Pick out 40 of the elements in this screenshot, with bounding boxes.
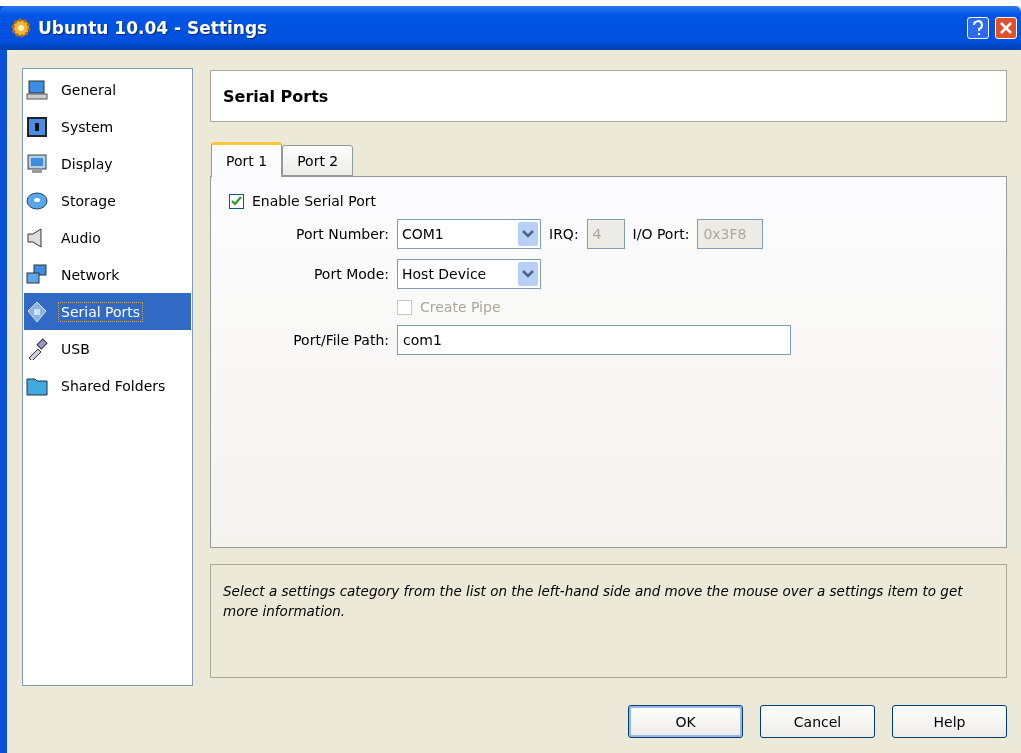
- category-item[interactable]: Shared Folders: [24, 367, 191, 404]
- path-field[interactable]: com1: [397, 325, 791, 355]
- field-label: IRQ:: [549, 226, 579, 242]
- category-item[interactable]: Storage: [24, 182, 191, 219]
- category-item[interactable]: Network: [24, 256, 191, 293]
- category-item[interactable]: General: [24, 71, 191, 108]
- checkbox[interactable]: [229, 193, 244, 209]
- field-label: I/O Port:: [632, 226, 690, 242]
- dialog-button[interactable]: OK: [628, 705, 743, 738]
- page-title: Serial Ports: [210, 70, 1007, 122]
- window-title: Ubuntu 10.04 - Settings: [38, 18, 269, 38]
- monitor-icon: [26, 152, 48, 175]
- tab[interactable]: Port 1: [211, 142, 283, 177]
- field-label: Port/File Path:: [292, 332, 389, 348]
- category-item[interactable]: USB: [24, 330, 191, 367]
- network-icon: [26, 263, 48, 286]
- question-mark-icon: [971, 20, 985, 36]
- category-item[interactable]: Audio: [24, 219, 191, 256]
- field-label: Port Number:: [295, 226, 389, 242]
- computer-icon: [26, 78, 48, 101]
- category-item[interactable]: Serial Ports: [24, 293, 191, 330]
- category-item[interactable]: System: [24, 108, 191, 145]
- serial-plug-icon: [26, 300, 48, 323]
- dialog-button[interactable]: Help: [892, 705, 1007, 738]
- close-button[interactable]: [995, 17, 1017, 39]
- info-text: Select a settings category from the list on the left-hand side and move the mouse over a settings item to get more information.: [210, 564, 1007, 678]
- usb-plug-icon: [26, 337, 48, 360]
- port-mode-dropdown[interactable]: Host Device: [397, 259, 541, 289]
- category-item[interactable]: Display: [24, 145, 191, 182]
- dialog-button[interactable]: Cancel: [760, 705, 875, 738]
- checkbox-label: Create Pipe: [420, 299, 501, 315]
- port-number-dropdown[interactable]: COM1: [397, 219, 541, 249]
- gear-icon: [10, 17, 32, 39]
- disk-icon: [26, 189, 48, 212]
- chip-icon: [26, 115, 48, 138]
- checkbox-label: Enable Serial Port: [252, 193, 376, 209]
- tab[interactable]: Port 2: [282, 145, 354, 176]
- field-label: Port Mode:: [312, 266, 389, 282]
- help-button[interactable]: [967, 17, 989, 39]
- close-icon: [999, 21, 1013, 35]
